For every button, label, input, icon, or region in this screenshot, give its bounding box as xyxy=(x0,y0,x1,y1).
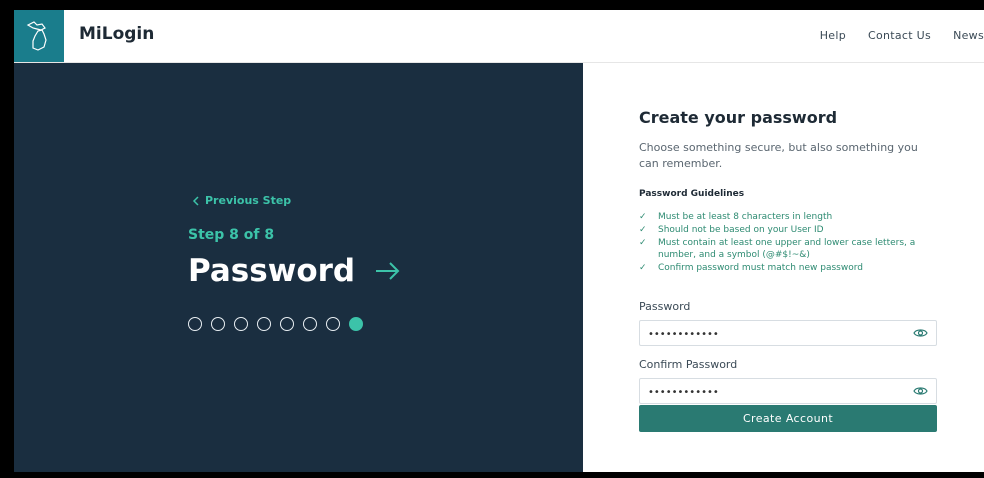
guideline-item: ✓ Should not be based on your User ID xyxy=(639,225,824,235)
brand-name[interactable]: MiLogin xyxy=(79,24,154,44)
progress-dot-7 xyxy=(326,317,340,331)
arrow-right-icon xyxy=(376,262,400,280)
previous-step-link[interactable]: Previous Step xyxy=(192,194,291,207)
progress-dot-2 xyxy=(211,317,225,331)
form-subtitle: Choose something secure, but also someth… xyxy=(639,141,918,170)
guidelines-list: ✓ Must be at least 8 characters in length… xyxy=(639,211,939,275)
milogin-window: MiLogin Help Contact Us News Previous St… xyxy=(14,10,984,472)
password-label: Password xyxy=(639,300,691,313)
guideline-item: ✓ Must be at least 8 characters in length xyxy=(639,212,833,222)
progress-dot-4 xyxy=(257,317,271,331)
progress-dots xyxy=(188,317,363,331)
check-icon: ✓ xyxy=(639,212,647,222)
check-icon: ✓ xyxy=(639,263,647,273)
progress-dot-8-current xyxy=(349,317,363,331)
michigan-map-icon[interactable] xyxy=(14,10,64,62)
eye-icon[interactable] xyxy=(913,327,928,339)
confirm-password-label: Confirm Password xyxy=(639,358,738,371)
nav-news[interactable]: News xyxy=(953,29,984,42)
chevron-left-icon xyxy=(192,195,199,206)
previous-step-label: Previous Step xyxy=(205,194,292,207)
progress-dot-3 xyxy=(234,317,248,331)
progress-dot-6 xyxy=(303,317,317,331)
guidelines-heading: Password Guidelines xyxy=(639,189,745,199)
check-icon: ✓ xyxy=(639,238,647,248)
guideline-item: ✓ Must contain at least one upper and low… xyxy=(639,238,916,260)
step-counter: Step 8 of 8 xyxy=(188,227,275,243)
confirm-password-field-box xyxy=(639,378,937,404)
password-form: Create your password Choose something se… xyxy=(583,63,984,472)
form-title: Create your password xyxy=(639,108,838,127)
eye-icon[interactable] xyxy=(913,385,928,397)
create-account-button[interactable]: Create Account xyxy=(639,405,937,432)
progress-dot-5 xyxy=(280,317,294,331)
guideline-item: ✓ Confirm password must match new passwor… xyxy=(639,263,863,273)
progress-dot-1 xyxy=(188,317,202,331)
step-title-text: Password xyxy=(188,253,356,289)
top-nav: Help Contact Us News xyxy=(820,29,984,42)
top-header: MiLogin Help Contact Us News xyxy=(14,10,984,63)
nav-contact-us[interactable]: Contact Us xyxy=(868,29,931,42)
step-title: Password xyxy=(188,253,401,289)
password-input[interactable] xyxy=(646,325,900,343)
password-field-box xyxy=(639,320,937,346)
confirm-password-input[interactable] xyxy=(646,383,900,401)
check-icon: ✓ xyxy=(639,225,647,235)
step-panel: Previous Step Step 8 of 8 Password xyxy=(14,63,583,472)
nav-help[interactable]: Help xyxy=(820,29,846,42)
